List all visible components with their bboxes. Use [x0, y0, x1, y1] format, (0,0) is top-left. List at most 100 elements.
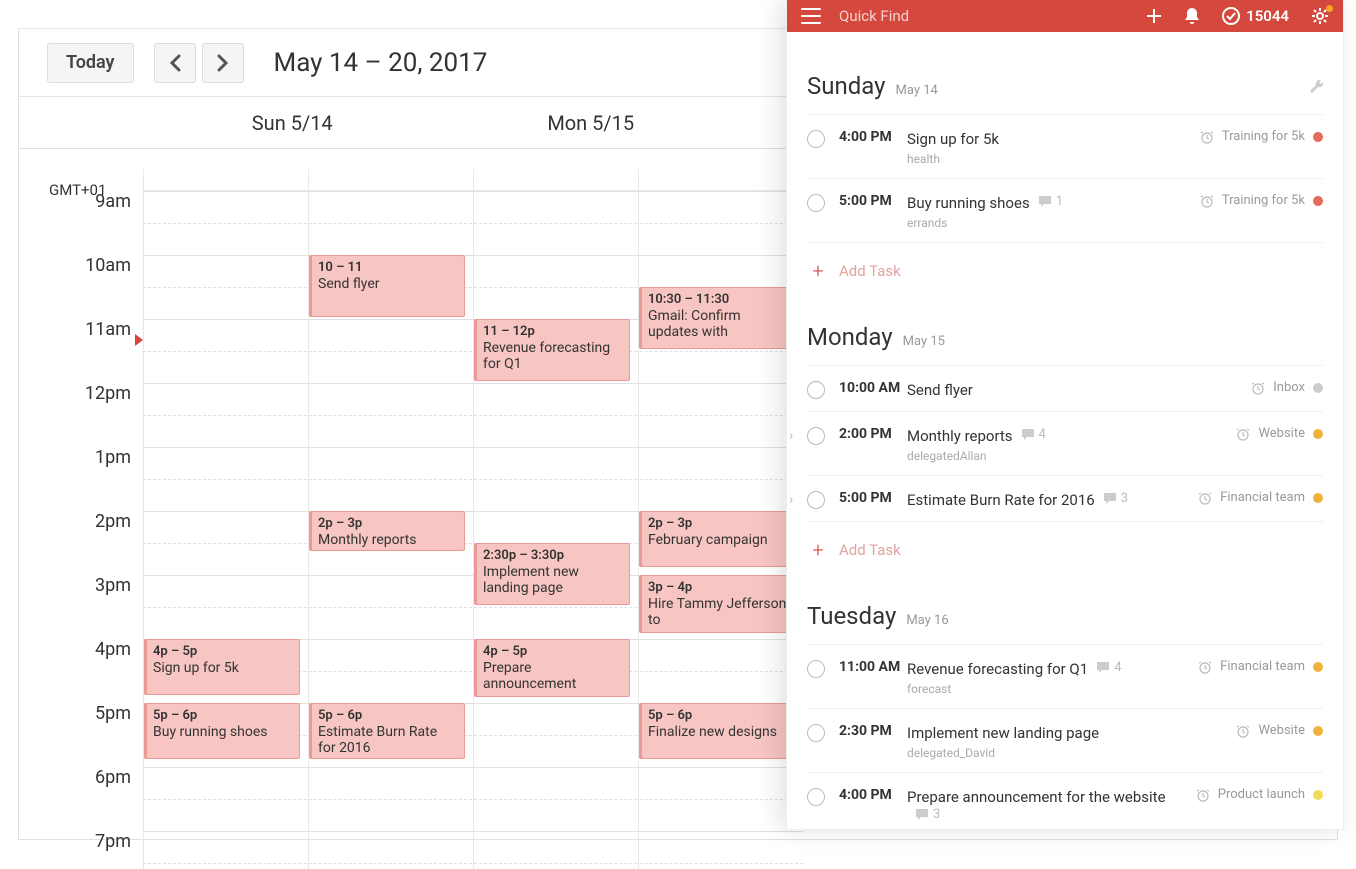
calendar-event[interactable]: 5p – 6pFinalize new designs: [639, 703, 795, 759]
calendar-event[interactable]: 2p – 3pMonthly reports: [309, 511, 465, 551]
task-row[interactable]: 10:00 AMSend flyer Inbox: [807, 365, 1323, 412]
day-name: Sunday: [807, 72, 886, 100]
add-task-button[interactable]: +Add Task: [807, 243, 1323, 283]
task-project[interactable]: Website: [1258, 723, 1305, 738]
task-comments[interactable]: 1: [1038, 194, 1063, 209]
calendar-event[interactable]: 2:30p – 3:30pImplement new landing page: [474, 543, 630, 605]
expand-icon[interactable]: ›: [789, 492, 793, 508]
task-meta: Product launch: [1196, 787, 1323, 802]
task-list[interactable]: SundayMay 144:00 PMSign up for 5khealthT…: [787, 32, 1343, 830]
task-title: Buy running shoes: [907, 194, 1030, 212]
calendar-event[interactable]: 5p – 6pEstimate Burn Rate for 2016: [309, 703, 465, 759]
karma-icon: [1222, 7, 1240, 25]
task-title: Send flyer: [907, 381, 973, 399]
task-project[interactable]: Financial team: [1220, 490, 1305, 505]
task-title: Prepare announcement for the website: [907, 788, 1166, 806]
calendar-event[interactable]: 10:30 – 11:30Gmail: Confirm updates with: [639, 287, 795, 349]
calendar-event[interactable]: 11 – 12pRevenue forecasting for Q1: [474, 319, 630, 381]
task-project[interactable]: Training for 5k: [1222, 129, 1305, 144]
prev-week-button[interactable]: [154, 43, 196, 83]
task-comments[interactable]: 3: [1103, 491, 1128, 506]
task-time: 10:00 AM: [839, 380, 907, 396]
expand-icon[interactable]: ›: [789, 428, 793, 444]
wrench-icon[interactable]: [1309, 78, 1325, 94]
reminder-icon: [1236, 427, 1250, 441]
task-time: 4:00 PM: [839, 129, 907, 145]
task-subtext: delegatedAllan: [907, 449, 1236, 463]
task-meta: Training for 5k: [1200, 129, 1323, 144]
task-checkbox[interactable]: [807, 194, 825, 212]
task-row[interactable]: ›2:00 PMMonthly reports 4delegatedAllanW…: [807, 412, 1323, 476]
task-row[interactable]: 4:00 PMSign up for 5khealthTraining for …: [807, 114, 1323, 179]
menu-icon[interactable]: [801, 8, 821, 24]
task-project[interactable]: Financial team: [1220, 659, 1305, 674]
comment-icon: [1103, 492, 1117, 505]
comment-icon: [1096, 661, 1110, 674]
calendar-event[interactable]: 5p – 6pBuy running shoes: [144, 703, 300, 759]
next-week-button[interactable]: [202, 43, 244, 83]
task-checkbox[interactable]: [807, 724, 825, 742]
notifications-icon[interactable]: [1184, 7, 1200, 25]
chevron-right-icon: [217, 54, 229, 72]
comment-icon: [915, 808, 929, 821]
task-meta: Inbox: [1251, 380, 1323, 395]
calendar-event[interactable]: 2p – 3pFebruary campaign: [639, 511, 795, 567]
project-color-dot: [1313, 196, 1323, 206]
task-comments[interactable]: 3: [915, 807, 940, 822]
task-subtext: delegated_David: [907, 746, 1236, 760]
task-project[interactable]: Website: [1258, 426, 1305, 441]
comment-icon: [1021, 428, 1035, 441]
day-header[interactable]: Mon 5/15: [442, 97, 741, 148]
add-task-icon[interactable]: [1146, 8, 1162, 24]
task-checkbox[interactable]: [807, 491, 825, 509]
plus-icon: +: [809, 538, 827, 562]
task-time: 11:00 AM: [839, 659, 907, 675]
hour-label: 2pm: [19, 511, 143, 575]
task-comments[interactable]: 4: [1021, 427, 1046, 442]
task-project[interactable]: Inbox: [1273, 380, 1305, 395]
task-row[interactable]: 11:00 AMRevenue forecasting for Q1 4fore…: [807, 644, 1323, 709]
hour-label: 11am: [19, 319, 143, 383]
task-row[interactable]: 5:00 PMBuy running shoes 1errandsTrainin…: [807, 179, 1323, 243]
comment-icon: [1038, 195, 1052, 208]
calendar-event[interactable]: 4p – 5pSign up for 5k: [144, 639, 300, 695]
day-section: Tuesday May 16 11:00 AMRevenue forecasting…: [807, 602, 1323, 830]
today-button[interactable]: Today: [47, 43, 134, 83]
task-checkbox[interactable]: [807, 130, 825, 148]
reminder-icon: [1198, 491, 1212, 505]
task-row[interactable]: 2:30 PMImplement new landing pagedelegat…: [807, 709, 1323, 773]
task-row[interactable]: ›5:00 PMEstimate Burn Rate for 2016 3Fin…: [807, 476, 1323, 522]
task-checkbox[interactable]: [807, 381, 825, 399]
project-color-dot: [1313, 429, 1323, 439]
task-subtext: forecast: [907, 682, 1198, 696]
day-section: SundayMay 144:00 PMSign up for 5khealthT…: [807, 72, 1323, 283]
task-checkbox[interactable]: [807, 788, 825, 806]
calendar-event[interactable]: 10 – 11Send flyer: [309, 255, 465, 317]
day-date: May 16: [906, 613, 948, 628]
day-name: Tuesday: [807, 602, 896, 630]
reminder-icon: [1236, 724, 1250, 738]
quick-find-input[interactable]: Quick Find: [839, 7, 1128, 25]
task-subtext: errands: [907, 216, 1200, 230]
hour-label: 12pm: [19, 383, 143, 447]
task-checkbox[interactable]: [807, 427, 825, 445]
reminder-icon: [1251, 381, 1265, 395]
task-row[interactable]: 4:00 PMPrepare announcement for the webs…: [807, 773, 1323, 830]
karma-score[interactable]: 15044: [1222, 7, 1289, 25]
calendar-event[interactable]: 3p – 4pHire Tammy Jefferson to: [639, 575, 795, 633]
settings-button[interactable]: [1311, 7, 1329, 25]
now-indicator: [135, 334, 143, 346]
add-task-button[interactable]: +Add Task: [807, 522, 1323, 562]
day-header[interactable]: Sun 5/14: [143, 97, 442, 148]
calendar-event[interactable]: 4p – 5pPrepare announcement: [474, 639, 630, 697]
task-meta: Training for 5k: [1200, 193, 1323, 208]
task-checkbox[interactable]: [807, 660, 825, 678]
task-meta: Financial team: [1198, 490, 1323, 505]
task-project[interactable]: Product launch: [1218, 787, 1305, 802]
task-comments[interactable]: 4: [1096, 660, 1121, 675]
reminder-icon: [1200, 194, 1214, 208]
hour-label: 5pm: [19, 703, 143, 767]
day-date: May 15: [903, 334, 945, 349]
task-project[interactable]: Training for 5k: [1222, 193, 1305, 208]
project-color-dot: [1313, 662, 1323, 672]
